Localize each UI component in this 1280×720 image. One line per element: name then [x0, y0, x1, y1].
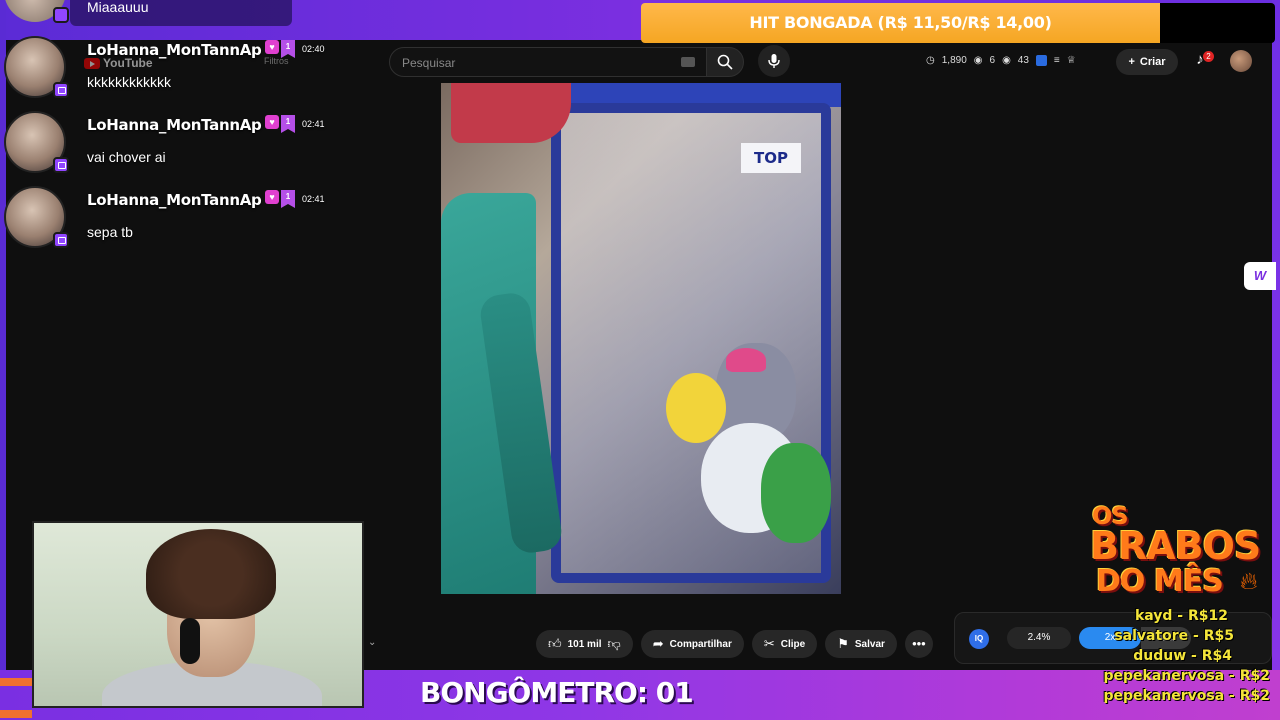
chat-badges: ♥ 1 — [265, 190, 295, 208]
leaderboard-entry: salvatore - R$5 — [1114, 628, 1234, 644]
extension-logo[interactable]: IQ — [969, 629, 989, 649]
leaderboard-entry: pepekanervosa - R$2 — [1103, 688, 1270, 704]
extension-stats: ◷ 1,890 ◉ 6 ◉ 43 ≡ ♕ — [926, 55, 1076, 66]
thumbs-down-icon[interactable]: 👎︎ — [608, 636, 621, 652]
bookmark-icon: ⚑ — [837, 636, 849, 651]
trophy-icon[interactable]: ♕ — [1067, 55, 1076, 66]
create-button[interactable]: + Criar — [1116, 49, 1178, 75]
headset-icon — [180, 618, 200, 664]
search-icon — [707, 48, 743, 76]
stat-cpu: 1,890 — [941, 55, 967, 66]
heart-badge-icon: ♥ — [265, 115, 279, 129]
create-label: Criar — [1139, 56, 1166, 68]
streamer-webcam — [32, 521, 364, 708]
clip-button[interactable]: ✂ Clipe — [751, 630, 818, 658]
leaderboard-entry: pepekanervosa - R$2 — [1103, 668, 1270, 684]
eye-icon: ◉ — [1002, 55, 1011, 66]
scissors-icon: ✂ — [763, 636, 775, 651]
side-extension-badge[interactable]: W — [1244, 262, 1276, 290]
overlay-accent — [0, 710, 32, 718]
chevron-down-icon[interactable]: ⌄ — [368, 637, 376, 648]
notification-badge: 2 — [1203, 51, 1214, 62]
streamer-hair — [146, 529, 276, 619]
extension-icon[interactable] — [1035, 55, 1047, 66]
hit-bongada-banner: HIT BONGADA (R$ 11,50/R$ 14,00) — [641, 3, 1160, 43]
fire-icon: 🔥︎ — [1240, 568, 1258, 595]
chat-message: LoHanna_MonTannAp ♥ 1 02:41 vai chover a… — [0, 111, 340, 181]
chat-badges: ♥ 1 — [265, 40, 295, 58]
machine-brand-logo: TOP — [741, 143, 801, 173]
chat-top-message-text: Miaaauuu — [87, 0, 149, 15]
twitch-icon — [53, 232, 69, 248]
heart-badge-icon: ♥ — [265, 40, 279, 54]
chat-text: sepa tb — [87, 224, 133, 240]
chat-message: LoHanna_MonTannAp ♥ 1 02:40 kkkkkkkkkkkk — [0, 36, 340, 106]
plush-toy — [726, 348, 766, 372]
list-icon[interactable]: ≡ — [1054, 55, 1060, 66]
chat-text: vai chover ai — [87, 149, 166, 165]
voice-search-button[interactable] — [758, 45, 790, 77]
save-label: Salvar — [854, 638, 885, 650]
account-avatar[interactable] — [1230, 50, 1252, 72]
share-label: Compartilhar — [669, 638, 732, 650]
keyboard-icon[interactable] — [681, 57, 695, 67]
like-button[interactable]: 👍︎ 101 mil 👎︎ — [536, 630, 633, 658]
twitch-icon — [53, 7, 69, 23]
plus-icon: + — [1128, 56, 1135, 68]
chat-username: LoHanna_MonTannAp — [87, 41, 262, 59]
stat-other: 43 — [1017, 55, 1029, 66]
overlay-frame-right — [1272, 0, 1280, 720]
search-input[interactable]: Pesquisar — [389, 47, 707, 77]
share-icon: ➦ — [652, 636, 664, 651]
stream-scene: YouTube Filtros Pesquisar ◷ 1,890 ◉ 6 ◉ … — [0, 0, 1280, 720]
chat-text: kkkkkkkkkkkk — [87, 74, 171, 90]
save-button[interactable]: ⚑ Salvar — [825, 630, 897, 658]
plush-toy — [666, 373, 726, 443]
person-cap — [451, 83, 571, 143]
chat-timestamp: 02:41 — [302, 119, 325, 129]
video-player[interactable]: TOP — [441, 83, 841, 594]
overlay-accent — [0, 678, 32, 686]
sub-badge-icon: 1 — [281, 40, 295, 58]
bongometro-counter: BONGÔMETRO: 01 — [420, 676, 694, 709]
chat-top-message: Miaaauuu — [70, 0, 292, 26]
brabos-line-3: DO MÊS — [1096, 564, 1224, 599]
chat-username: LoHanna_MonTannAp — [87, 191, 262, 209]
plush-toy — [761, 443, 831, 543]
stat-views: 6 — [989, 55, 996, 66]
banner-progress-empty — [1160, 3, 1275, 43]
search-button[interactable] — [706, 47, 744, 77]
chat-username: LoHanna_MonTannAp — [87, 116, 262, 134]
sub-badge-icon: 1 — [281, 190, 295, 208]
twitch-icon — [53, 157, 69, 173]
video-actions: 👍︎ 101 mil 👎︎ ➦ Compartilhar ✂ Clipe ⚑ S… — [536, 630, 933, 660]
more-options-button[interactable]: ••• — [904, 630, 933, 658]
heart-badge-icon: ♥ — [265, 190, 279, 204]
sub-badge-icon: 1 — [281, 115, 295, 133]
leaderboard-entry: kayd - R$12 — [1134, 608, 1228, 624]
thumbs-up-icon: 👍︎ — [548, 636, 562, 651]
twitch-icon — [53, 82, 69, 98]
chat-message: LoHanna_MonTannAp ♥ 1 02:41 sepa tb — [0, 186, 340, 256]
search-placeholder: Pesquisar — [402, 56, 456, 70]
eye-icon: ◉ — [973, 55, 983, 66]
clip-label: Clipe — [780, 638, 806, 650]
share-button[interactable]: ➦ Compartilhar — [640, 630, 744, 658]
chat-timestamp: 02:41 — [302, 194, 325, 204]
chat-badges: ♥ 1 — [265, 115, 295, 133]
clock-icon: ◷ — [926, 55, 935, 66]
like-count: 101 mil — [567, 638, 602, 650]
leaderboard-entry: duduw - R$4 — [1133, 648, 1232, 664]
chat-timestamp: 02:40 — [302, 44, 325, 54]
microphone-icon — [758, 45, 790, 77]
brabos-line-2: BRABOS — [1090, 524, 1261, 568]
